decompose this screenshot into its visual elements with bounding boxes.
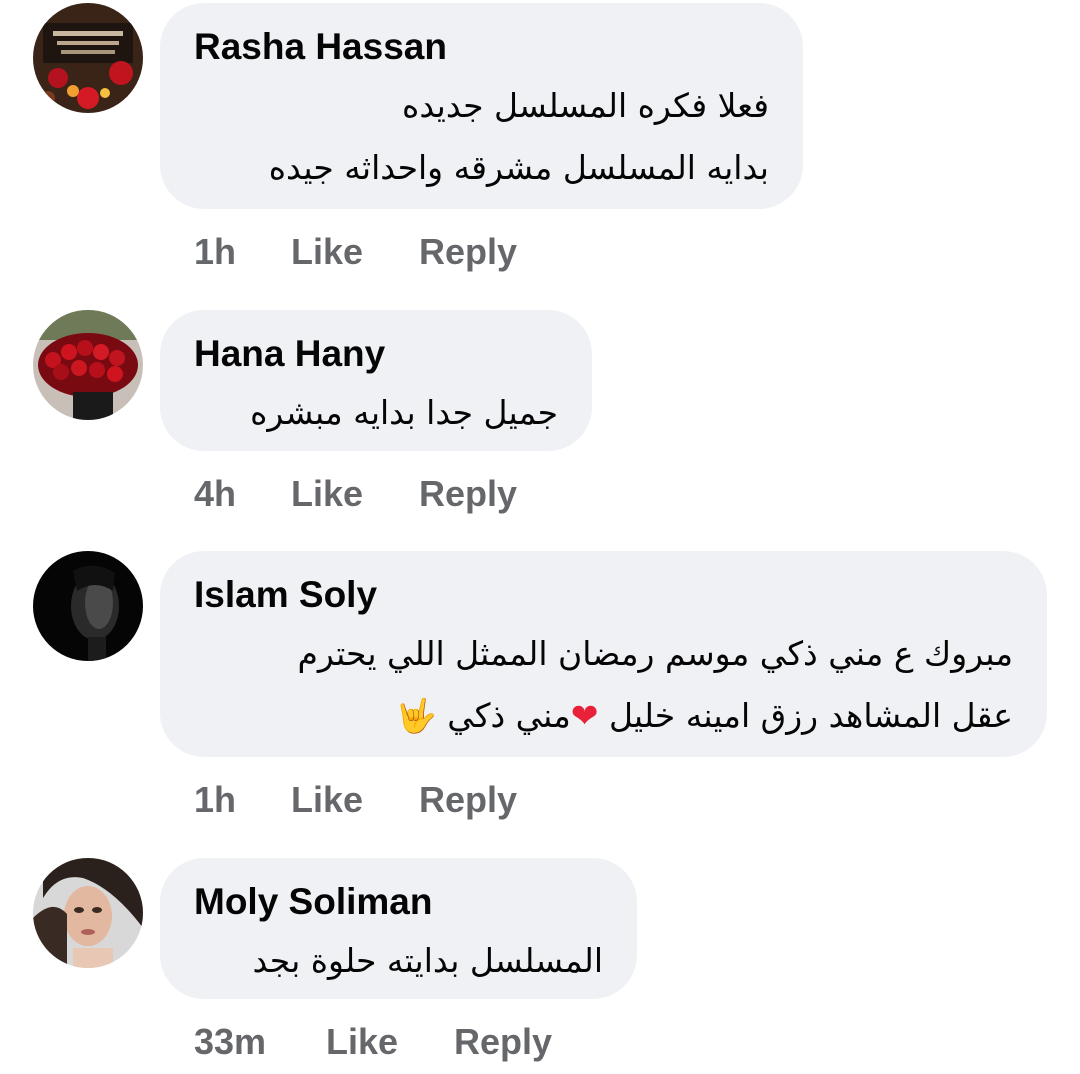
reply-button[interactable]: Reply: [419, 472, 517, 516]
woman-portrait-avatar-icon: [33, 858, 143, 968]
dark-portrait-avatar-icon: [33, 551, 143, 661]
commenter-name[interactable]: Hana Hany: [194, 332, 558, 376]
comment-line: فعلا فكره المسلسل جديده: [402, 86, 769, 125]
comment-text: مني ذكي: [447, 696, 571, 735]
reply-button[interactable]: Reply: [419, 778, 517, 822]
avatar[interactable]: [33, 3, 143, 113]
comment-line: بدايه المسلسل مشرقه واحداثه جيده: [268, 148, 769, 187]
rose-candle-avatar-icon: [33, 3, 143, 113]
comment-time[interactable]: 1h: [194, 230, 236, 274]
avatar[interactable]: [33, 858, 143, 968]
like-button[interactable]: Like: [291, 778, 363, 822]
comment-time[interactable]: 4h: [194, 472, 236, 516]
comment-line: مبروك ع مني ذكي موسم رمضان الممثل اللي ي…: [297, 634, 1013, 673]
love-you-gesture-icon: 🤟: [395, 696, 437, 735]
commenter-name[interactable]: Islam Soly: [194, 573, 1013, 617]
red-heart-icon: ❤: [570, 696, 599, 735]
commenter-name[interactable]: Rasha Hassan: [194, 25, 769, 69]
like-button[interactable]: Like: [326, 1020, 398, 1064]
comment-time[interactable]: 1h: [194, 778, 236, 822]
red-roses-bouquet-avatar-icon: [33, 310, 143, 420]
reply-button[interactable]: Reply: [454, 1020, 552, 1064]
comment-bubble: Hana Hany جميل جدا بدايه مبشره: [160, 310, 592, 451]
commenter-name[interactable]: Moly Soliman: [194, 880, 603, 924]
like-button[interactable]: Like: [291, 472, 363, 516]
comment-line: المسلسل بدايته حلوة بجد: [252, 941, 603, 980]
avatar[interactable]: [33, 551, 143, 661]
comment-bubble: Moly Soliman المسلسل بدايته حلوة بجد: [160, 858, 637, 999]
comment-time[interactable]: 33m: [194, 1020, 266, 1064]
reply-button[interactable]: Reply: [419, 230, 517, 274]
comment-line: جميل جدا بدايه مبشره: [250, 393, 558, 432]
like-button[interactable]: Like: [291, 230, 363, 274]
avatar[interactable]: [33, 310, 143, 420]
comment-bubble: Islam Soly مبروك ع مني ذكي موسم رمضان ال…: [160, 551, 1047, 757]
comment-line: عقل المشاهد رزق امينه خليل ❤مني ذكي 🤟: [194, 685, 1013, 747]
comment-text: عقل المشاهد رزق امينه خليل: [608, 696, 1013, 735]
comment-bubble: Rasha Hassan فعلا فكره المسلسل جديده بدا…: [160, 3, 803, 209]
